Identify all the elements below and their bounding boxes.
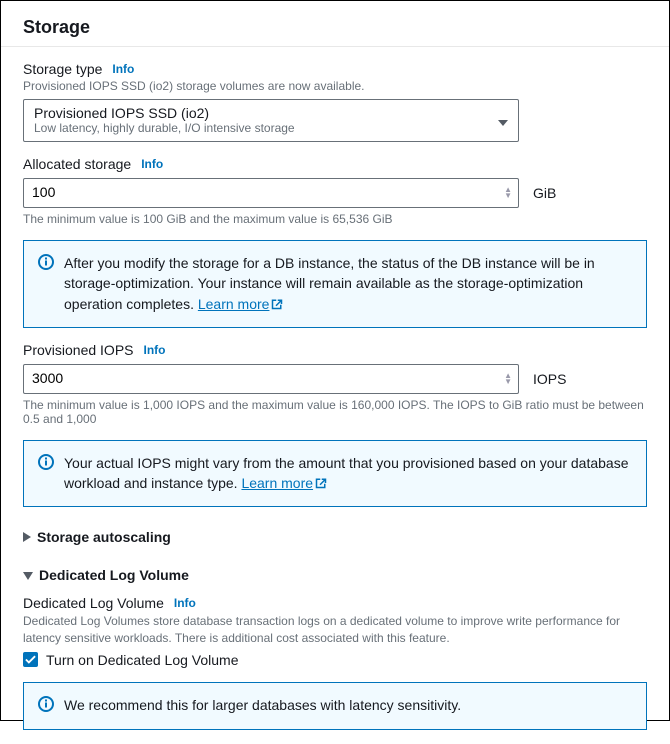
storage-autoscaling-title: Storage autoscaling bbox=[37, 529, 171, 545]
allocated-storage-info-link[interactable]: Info bbox=[141, 157, 163, 171]
provisioned-iops-input-wrapper: ▲ ▼ bbox=[23, 364, 519, 394]
alert-content: After you modify the storage for a DB in… bbox=[64, 253, 632, 315]
iops-vary-alert: Your actual IOPS might vary from the amo… bbox=[23, 440, 647, 508]
dedicated-log-volume-expander[interactable]: Dedicated Log Volume bbox=[23, 559, 647, 591]
storage-type-info-link[interactable]: Info bbox=[112, 62, 134, 76]
chevron-down-icon: ▼ bbox=[504, 379, 512, 385]
storage-panel: Storage Storage type Info Provisioned IO… bbox=[0, 0, 670, 721]
allocated-storage-unit: GiB bbox=[533, 185, 556, 201]
allocated-storage-label: Allocated storage bbox=[23, 156, 131, 172]
dlv-section: Dedicated Log Volume Info Dedicated Log … bbox=[23, 595, 647, 667]
dlv-description: Dedicated Log Volumes store database tra… bbox=[23, 613, 647, 645]
panel-title: Storage bbox=[1, 1, 669, 47]
triangle-down-icon bbox=[23, 567, 33, 583]
triangle-right-icon bbox=[23, 529, 31, 545]
provisioned-iops-field: Provisioned IOPS Info ▲ ▼ IOPS The minim… bbox=[23, 342, 647, 426]
dlv-checkbox-label: Turn on Dedicated Log Volume bbox=[46, 652, 239, 668]
caret-down-icon bbox=[498, 113, 508, 129]
learn-more-link[interactable]: Learn more bbox=[198, 296, 284, 312]
info-icon bbox=[38, 254, 54, 315]
provisioned-iops-label: Provisioned IOPS bbox=[23, 342, 134, 358]
dlv-recommendation-alert: We recommend this for larger databases w… bbox=[23, 682, 647, 730]
check-icon bbox=[25, 654, 36, 665]
info-icon bbox=[38, 696, 54, 717]
provisioned-iops-input[interactable] bbox=[32, 370, 490, 386]
allocated-storage-input[interactable] bbox=[32, 184, 490, 200]
dlv-section-title: Dedicated Log Volume bbox=[39, 567, 189, 583]
storage-type-availability: Provisioned IOPS SSD (io2) storage volum… bbox=[23, 79, 647, 93]
external-link-icon bbox=[315, 474, 327, 494]
provisioned-iops-stepper[interactable]: ▲ ▼ bbox=[504, 373, 512, 385]
alert-text: Your actual IOPS might vary from the amo… bbox=[64, 455, 628, 491]
alert-text: We recommend this for larger databases w… bbox=[64, 695, 461, 717]
dlv-checkbox-row: Turn on Dedicated Log Volume bbox=[23, 652, 647, 668]
external-link-icon bbox=[271, 295, 283, 315]
dlv-checkbox[interactable] bbox=[23, 652, 38, 667]
alert-text: After you modify the storage for a DB in… bbox=[64, 255, 595, 312]
allocated-storage-field: Allocated storage Info ▲ ▼ GiB The minim… bbox=[23, 156, 647, 226]
provisioned-iops-info-link[interactable]: Info bbox=[144, 343, 166, 357]
storage-type-selected: Provisioned IOPS SSD (io2) bbox=[34, 105, 508, 121]
allocated-storage-input-wrapper: ▲ ▼ bbox=[23, 178, 519, 208]
alert-content: Your actual IOPS might vary from the amo… bbox=[64, 453, 632, 495]
storage-type-field: Storage type Info Provisioned IOPS SSD (… bbox=[23, 61, 647, 142]
provisioned-iops-helper: The minimum value is 1,000 IOPS and the … bbox=[23, 398, 647, 426]
info-icon bbox=[38, 454, 54, 495]
storage-optimization-alert: After you modify the storage for a DB in… bbox=[23, 240, 647, 328]
allocated-storage-helper: The minimum value is 100 GiB and the max… bbox=[23, 212, 647, 226]
dlv-info-link[interactable]: Info bbox=[174, 596, 196, 610]
dlv-label: Dedicated Log Volume bbox=[23, 595, 164, 611]
chevron-down-icon: ▼ bbox=[504, 193, 512, 199]
learn-more-link[interactable]: Learn more bbox=[241, 475, 327, 491]
panel-body: Storage type Info Provisioned IOPS SSD (… bbox=[1, 47, 669, 744]
storage-type-select[interactable]: Provisioned IOPS SSD (io2) Low latency, … bbox=[23, 99, 519, 142]
storage-type-selected-sub: Low latency, highly durable, I/O intensi… bbox=[34, 121, 508, 135]
storage-autoscaling-expander[interactable]: Storage autoscaling bbox=[23, 521, 647, 553]
storage-type-label: Storage type bbox=[23, 61, 102, 77]
allocated-storage-stepper[interactable]: ▲ ▼ bbox=[504, 187, 512, 199]
provisioned-iops-unit: IOPS bbox=[533, 371, 566, 387]
